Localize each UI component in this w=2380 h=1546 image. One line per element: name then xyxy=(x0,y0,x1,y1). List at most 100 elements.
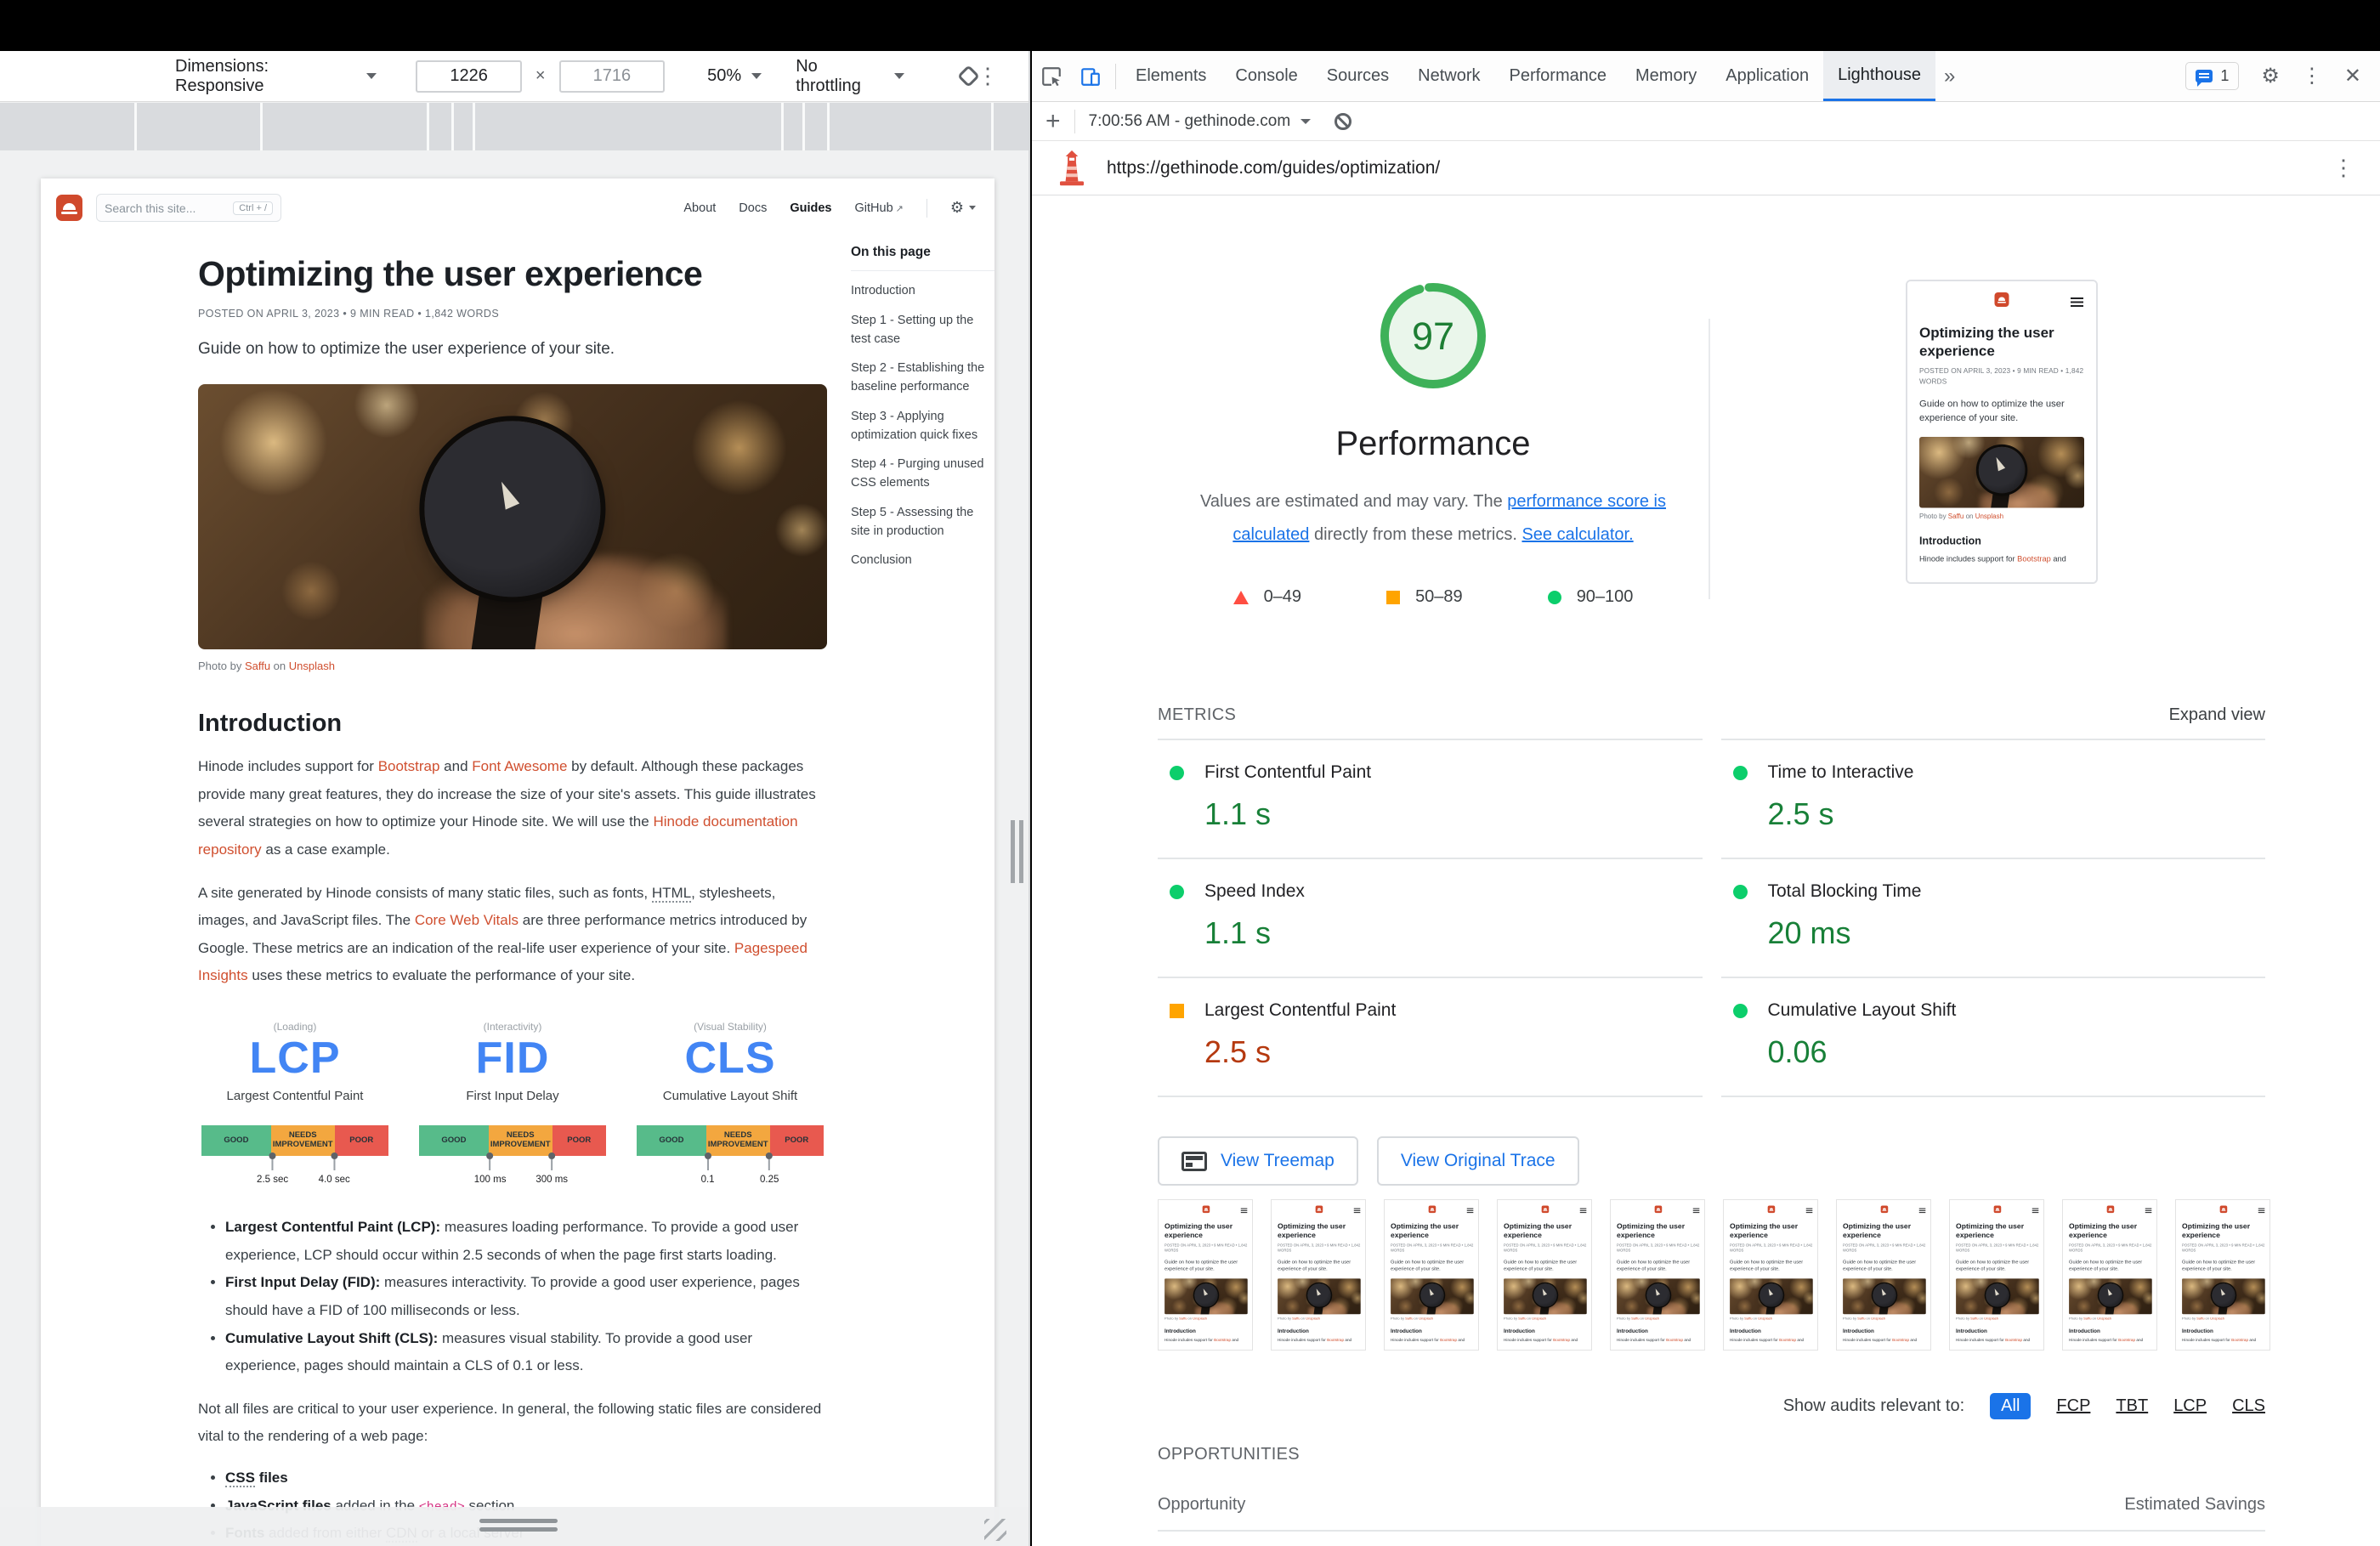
inline-link[interactable]: Unsplash xyxy=(1984,1317,1998,1320)
tab-elements[interactable]: Elements xyxy=(1121,51,1221,101)
performance-gauge[interactable]: 97 xyxy=(1377,280,1489,392)
inspect-element-icon[interactable] xyxy=(1032,51,1071,101)
nav-docs[interactable]: Docs xyxy=(739,201,767,215)
inline-link[interactable]: Saffu xyxy=(1518,1317,1526,1320)
toc-item[interactable]: Introduction xyxy=(851,282,994,301)
clear-reports-icon[interactable] xyxy=(1334,113,1352,130)
device-toolbar-toggle-icon[interactable] xyxy=(1071,51,1110,101)
filter-cls[interactable]: CLS xyxy=(2232,1396,2265,1416)
toc-item[interactable]: Step 3 - Applying optimization quick fix… xyxy=(851,408,994,445)
view-original-trace-button[interactable]: View Original Trace xyxy=(1377,1136,1579,1186)
inline-link[interactable]: Unsplash xyxy=(1758,1317,1772,1320)
pane-resize-handle[interactable] xyxy=(1011,820,1023,883)
filter-lcp[interactable]: LCP xyxy=(2173,1396,2207,1416)
inline-link[interactable]: Unsplash xyxy=(1532,1317,1546,1320)
issues-badge[interactable]: 1 xyxy=(2185,62,2239,90)
inline-link[interactable]: Bootstrap xyxy=(1440,1338,1457,1342)
inline-link[interactable]: Saffu xyxy=(1970,1317,1978,1320)
inline-link[interactable]: Saffu xyxy=(1631,1317,1639,1320)
inline-link[interactable]: Bootstrap xyxy=(2017,554,2051,563)
viewport-height-input[interactable]: 1716 xyxy=(559,60,666,93)
inline-link[interactable]: See calculator. xyxy=(1522,525,1633,544)
inline-link[interactable]: Saffu xyxy=(1405,1317,1413,1320)
tab-performance[interactable]: Performance xyxy=(1495,51,1622,101)
view-treemap-button[interactable]: View Treemap xyxy=(1158,1136,1358,1186)
viewport-width-input[interactable]: 1226 xyxy=(416,60,522,93)
tab-console[interactable]: Console xyxy=(1221,51,1312,101)
nav-github[interactable]: GitHub↗ xyxy=(855,201,904,215)
media-query-segment[interactable] xyxy=(454,103,473,150)
devtools-more-icon[interactable]: ⋮ xyxy=(2302,66,2322,87)
inline-link[interactable]: Unsplash xyxy=(2210,1317,2224,1320)
inline-link[interactable]: Core Web Vitals xyxy=(415,912,518,928)
inline-link[interactable]: Bootstrap xyxy=(1892,1338,1909,1342)
inline-link[interactable]: Saffu xyxy=(2196,1317,2204,1320)
nav-guides[interactable]: Guides xyxy=(790,201,831,215)
inline-link[interactable]: Saffu xyxy=(1744,1317,1752,1320)
media-query-segment[interactable] xyxy=(830,103,991,150)
inline-link[interactable]: Unsplash xyxy=(1645,1317,1659,1320)
media-query-segment[interactable] xyxy=(137,103,260,150)
inline-link[interactable]: Unsplash xyxy=(289,660,335,672)
dimensions-dropdown[interactable]: Dimensions: Responsive xyxy=(175,57,377,96)
media-query-segment[interactable] xyxy=(263,103,427,150)
filter-all[interactable]: All xyxy=(1990,1393,2031,1419)
media-query-bar[interactable] xyxy=(0,103,1028,150)
inline-link[interactable]: Bootstrap xyxy=(1553,1338,1570,1342)
inline-link[interactable]: Saffu xyxy=(1857,1317,1865,1320)
zoom-dropdown[interactable]: 50% xyxy=(707,66,762,86)
inline-link[interactable]: Unsplash xyxy=(1419,1317,1433,1320)
viewport-drag-handle[interactable] xyxy=(479,1519,558,1523)
tab-memory[interactable]: Memory xyxy=(1621,51,1711,101)
inline-link[interactable]: Bootstrap xyxy=(1779,1338,1796,1342)
device-toolbar-more-icon[interactable]: ⋮ xyxy=(977,63,1000,89)
report-more-icon[interactable]: ⋮ xyxy=(2332,155,2354,181)
inline-link[interactable]: Unsplash xyxy=(1306,1317,1320,1320)
toc-item[interactable]: Step 1 - Setting up the test case xyxy=(851,312,994,349)
inline-link[interactable]: Bootstrap xyxy=(378,758,440,774)
inline-link[interactable]: Saffu xyxy=(1948,513,1964,521)
toc-item[interactable]: Step 5 - Assessing the site in productio… xyxy=(851,504,994,541)
inline-link[interactable]: Bootstrap xyxy=(1214,1338,1231,1342)
report-selector[interactable]: 7:00:56 AM - gethinode.com xyxy=(1089,112,1312,131)
inline-link[interactable]: Saffu xyxy=(1292,1317,1300,1320)
toc-item[interactable]: Step 4 - Purging unused CSS elements xyxy=(851,456,994,493)
inline-link[interactable]: Saffu xyxy=(245,660,270,672)
toc-item[interactable]: Conclusion xyxy=(851,552,994,570)
tab-network[interactable]: Network xyxy=(1403,51,1494,101)
new-report-icon[interactable]: + xyxy=(1046,111,1061,132)
inline-link[interactable]: Unsplash xyxy=(1193,1317,1207,1320)
inline-link[interactable]: Unsplash xyxy=(1871,1317,1885,1320)
inline-link[interactable]: Font Awesome xyxy=(472,758,567,774)
inline-link[interactable]: Bootstrap xyxy=(1666,1338,1683,1342)
media-query-segment[interactable] xyxy=(805,103,827,150)
tab-application[interactable]: Application xyxy=(1711,51,1823,101)
filter-fcp[interactable]: FCP xyxy=(2056,1396,2090,1416)
theme-switcher[interactable]: ⚙ xyxy=(950,199,976,217)
tab-lighthouse[interactable]: Lighthouse xyxy=(1823,51,1935,101)
filter-tbt[interactable]: TBT xyxy=(2116,1396,2148,1416)
inline-link[interactable]: Unsplash xyxy=(1975,513,2003,521)
search-input[interactable]: Search this site... Ctrl + / xyxy=(96,194,281,222)
more-tabs-icon[interactable]: » xyxy=(1935,51,1964,101)
inline-link[interactable]: Saffu xyxy=(1179,1317,1187,1320)
site-logo-icon[interactable] xyxy=(56,195,82,221)
media-query-segment[interactable] xyxy=(475,103,781,150)
inline-link[interactable]: Bootstrap xyxy=(2118,1338,2135,1342)
media-query-segment[interactable] xyxy=(429,103,451,150)
inline-link[interactable]: Saffu xyxy=(2083,1317,2091,1320)
nav-about[interactable]: About xyxy=(683,201,716,215)
viewport-resize-grip[interactable] xyxy=(984,1519,1006,1541)
tab-sources[interactable]: Sources xyxy=(1312,51,1403,101)
media-query-segment[interactable] xyxy=(784,103,802,150)
close-icon[interactable]: ✕ xyxy=(2344,66,2361,87)
media-query-segment[interactable] xyxy=(994,103,1028,150)
inline-link[interactable]: Bootstrap xyxy=(2231,1338,2248,1342)
expand-view-button[interactable]: Expand view xyxy=(2169,705,2265,725)
inline-link[interactable]: Bootstrap xyxy=(2005,1338,2022,1342)
toc-item[interactable]: Step 2 - Establishing the baseline perfo… xyxy=(851,360,994,397)
category-title[interactable]: Performance xyxy=(1158,425,1708,463)
inline-link[interactable]: Bootstrap xyxy=(1327,1338,1344,1342)
media-query-segment[interactable] xyxy=(0,103,134,150)
throttling-dropdown[interactable]: No throttling xyxy=(796,57,904,96)
